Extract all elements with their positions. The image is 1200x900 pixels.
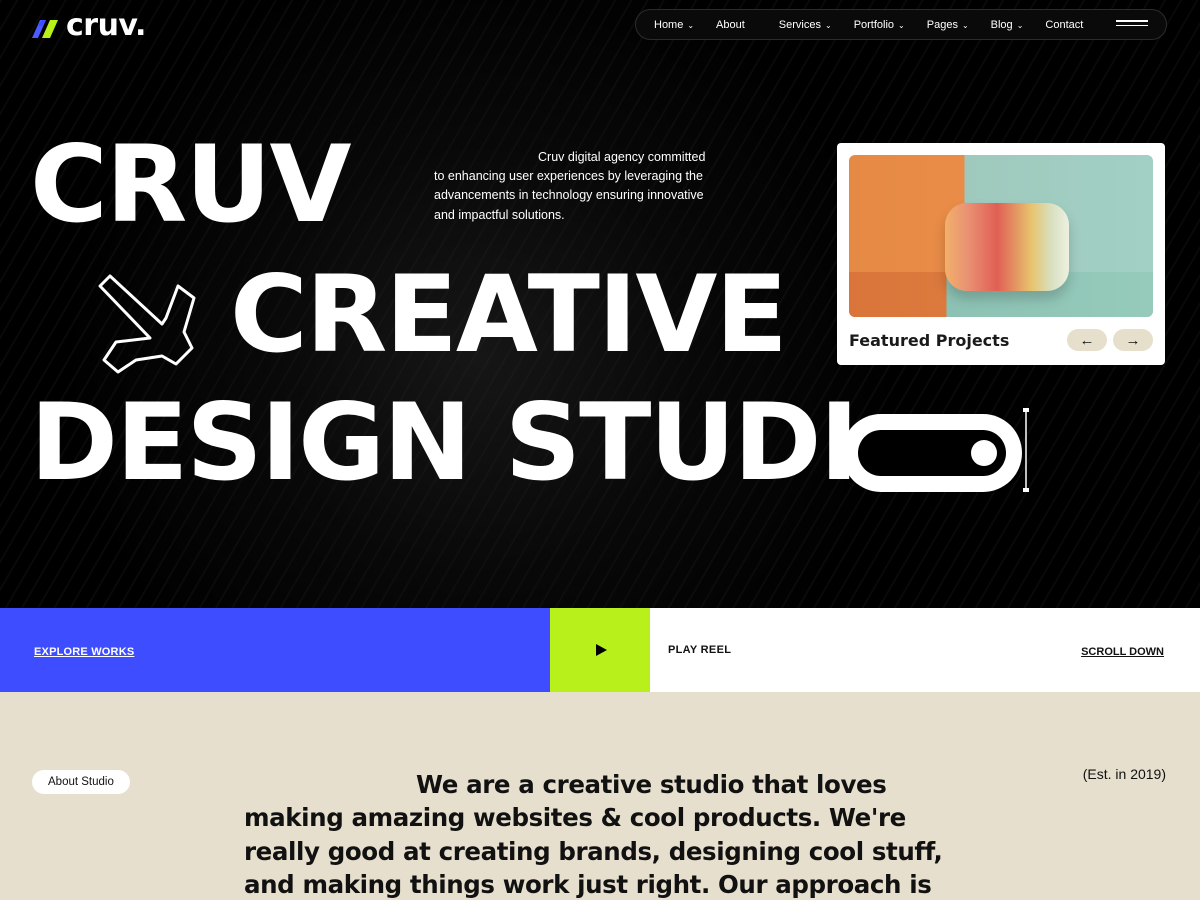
- main-nav: Home ⌄ About Services ⌄ Portfolio ⌄ Page…: [635, 9, 1167, 40]
- chevron-down-icon: ⌄: [687, 21, 695, 30]
- chevron-down-icon: ⌄: [961, 21, 969, 30]
- arrow-down-right-icon: [98, 274, 196, 374]
- toggle-switch-icon: [842, 408, 1029, 492]
- nav-item-label: Portfolio: [853, 18, 895, 31]
- nav-item-label: Services: [778, 18, 821, 31]
- nav-item-services[interactable]: Services ⌄: [779, 19, 832, 31]
- cta-strip: EXPLORE WORKS PLAY REEL SCROLL DOWN: [0, 608, 1200, 692]
- nav-item-about[interactable]: About: [716, 19, 745, 31]
- arrow-left-icon: ←: [1079, 331, 1095, 349]
- chevron-down-icon: ⌄: [824, 21, 832, 30]
- play-reel-label[interactable]: PLAY REEL: [668, 644, 731, 656]
- nav-item-blog[interactable]: Blog ⌄: [991, 19, 1024, 31]
- about-text: We are a creative studio that loves maki…: [244, 770, 943, 899]
- hero-description: Cruv digital agency committed to enhanci…: [434, 150, 706, 222]
- chevron-down-icon: ⌄: [1016, 21, 1024, 30]
- hero-title-line-2: CREATIVE: [230, 253, 788, 376]
- nav-item-label: About: [716, 18, 745, 31]
- nav-item-contact[interactable]: Contact: [1045, 19, 1083, 31]
- about-section: About Studio (Est. in 2019) We are a cre…: [0, 692, 1200, 900]
- nav-item-label: Contact: [1045, 18, 1084, 31]
- chevron-down-icon: ⌄: [898, 21, 905, 30]
- about-studio-badge: About Studio: [32, 770, 130, 794]
- hero-title-line-3: DESIGN STUDI: [30, 381, 859, 504]
- logo-text: cruv.: [66, 8, 146, 43]
- hero-title-line-1: CRUV: [30, 123, 352, 246]
- scroll-down-link[interactable]: SCROLL DOWN: [1081, 646, 1164, 658]
- featured-project-image[interactable]: [849, 155, 1153, 317]
- cube-shape: [945, 203, 1069, 291]
- arrow-right-icon: →: [1125, 331, 1141, 349]
- play-icon: [596, 644, 607, 656]
- nav-item-home[interactable]: Home ⌄: [654, 19, 694, 31]
- nav-item-pages[interactable]: Pages ⌄: [927, 19, 969, 31]
- explore-works-link[interactable]: EXPLORE WORKS: [34, 646, 134, 658]
- logo[interactable]: cruv.: [30, 8, 146, 43]
- hero-section: cruv. Home ⌄ About Services ⌄ Portfolio …: [0, 0, 1200, 608]
- nav-item-portfolio[interactable]: Portfolio ⌄: [854, 19, 905, 31]
- nav-item-label: Home: [654, 18, 684, 31]
- play-button[interactable]: [550, 608, 650, 692]
- hamburger-menu-icon[interactable]: [1116, 20, 1148, 30]
- established-year: (Est. in 2019): [1082, 766, 1166, 782]
- featured-projects-card[interactable]: Featured Projects ← →: [837, 143, 1165, 365]
- next-button[interactable]: →: [1113, 329, 1153, 351]
- explore-works-panel: EXPLORE WORKS: [0, 608, 550, 692]
- nav-item-label: Blog: [990, 18, 1013, 31]
- nav-item-label: Pages: [926, 18, 958, 31]
- prev-button[interactable]: ←: [1067, 329, 1107, 351]
- logo-mark-icon: [32, 19, 58, 38]
- featured-projects-title: Featured Projects: [849, 331, 1010, 350]
- play-reel-panel: PLAY REEL SCROLL DOWN: [650, 608, 1200, 692]
